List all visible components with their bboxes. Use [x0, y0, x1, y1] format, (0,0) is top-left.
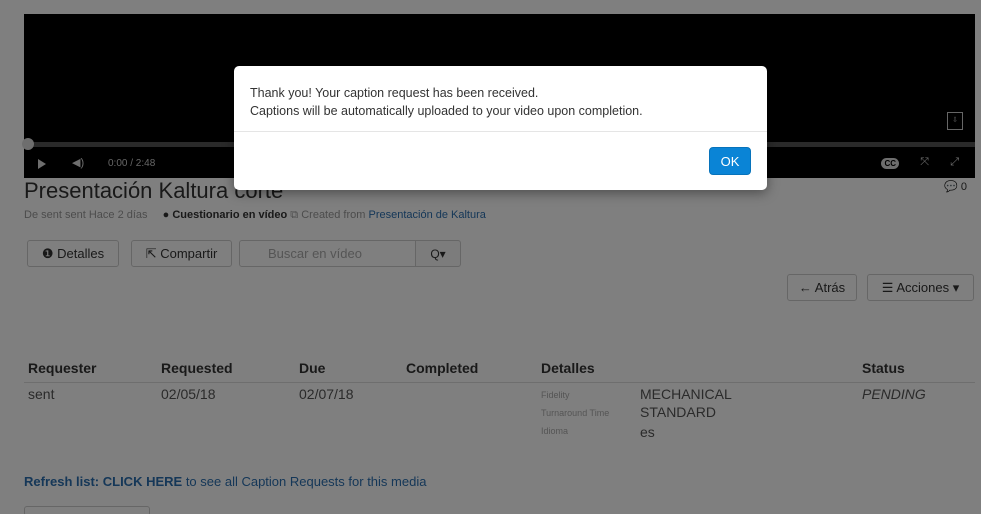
modal-message-line1: Thank you! Your caption request has been… — [250, 86, 539, 100]
modal-footer: OK — [234, 131, 767, 191]
ok-button[interactable]: OK — [709, 147, 751, 175]
modal-body: Thank you! Your caption request has been… — [250, 84, 750, 120]
modal-message-line2: Captions will be automatically uploaded … — [250, 104, 643, 118]
page: ⇩ ◀︎) 0:00 / 2:48 CC ⤧ ⤢ Presentación Ka… — [0, 0, 981, 514]
caption-request-modal: Thank you! Your caption request has been… — [234, 66, 767, 190]
